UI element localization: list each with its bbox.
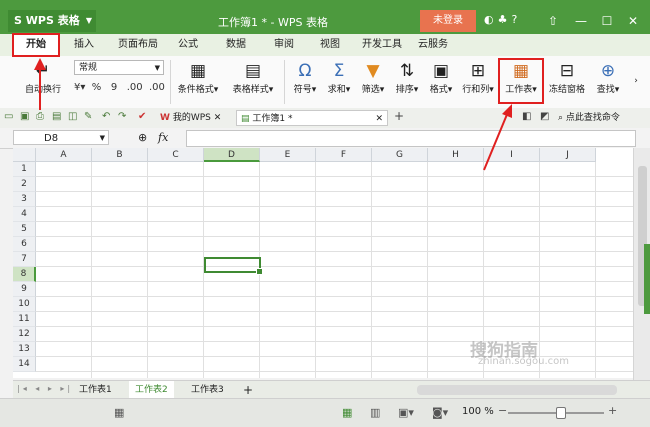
- arrowhead-right: [502, 104, 512, 118]
- arrow-line-right: [483, 111, 509, 171]
- arrowhead-left: [34, 58, 46, 70]
- annotation-arrows: [34, 58, 512, 171]
